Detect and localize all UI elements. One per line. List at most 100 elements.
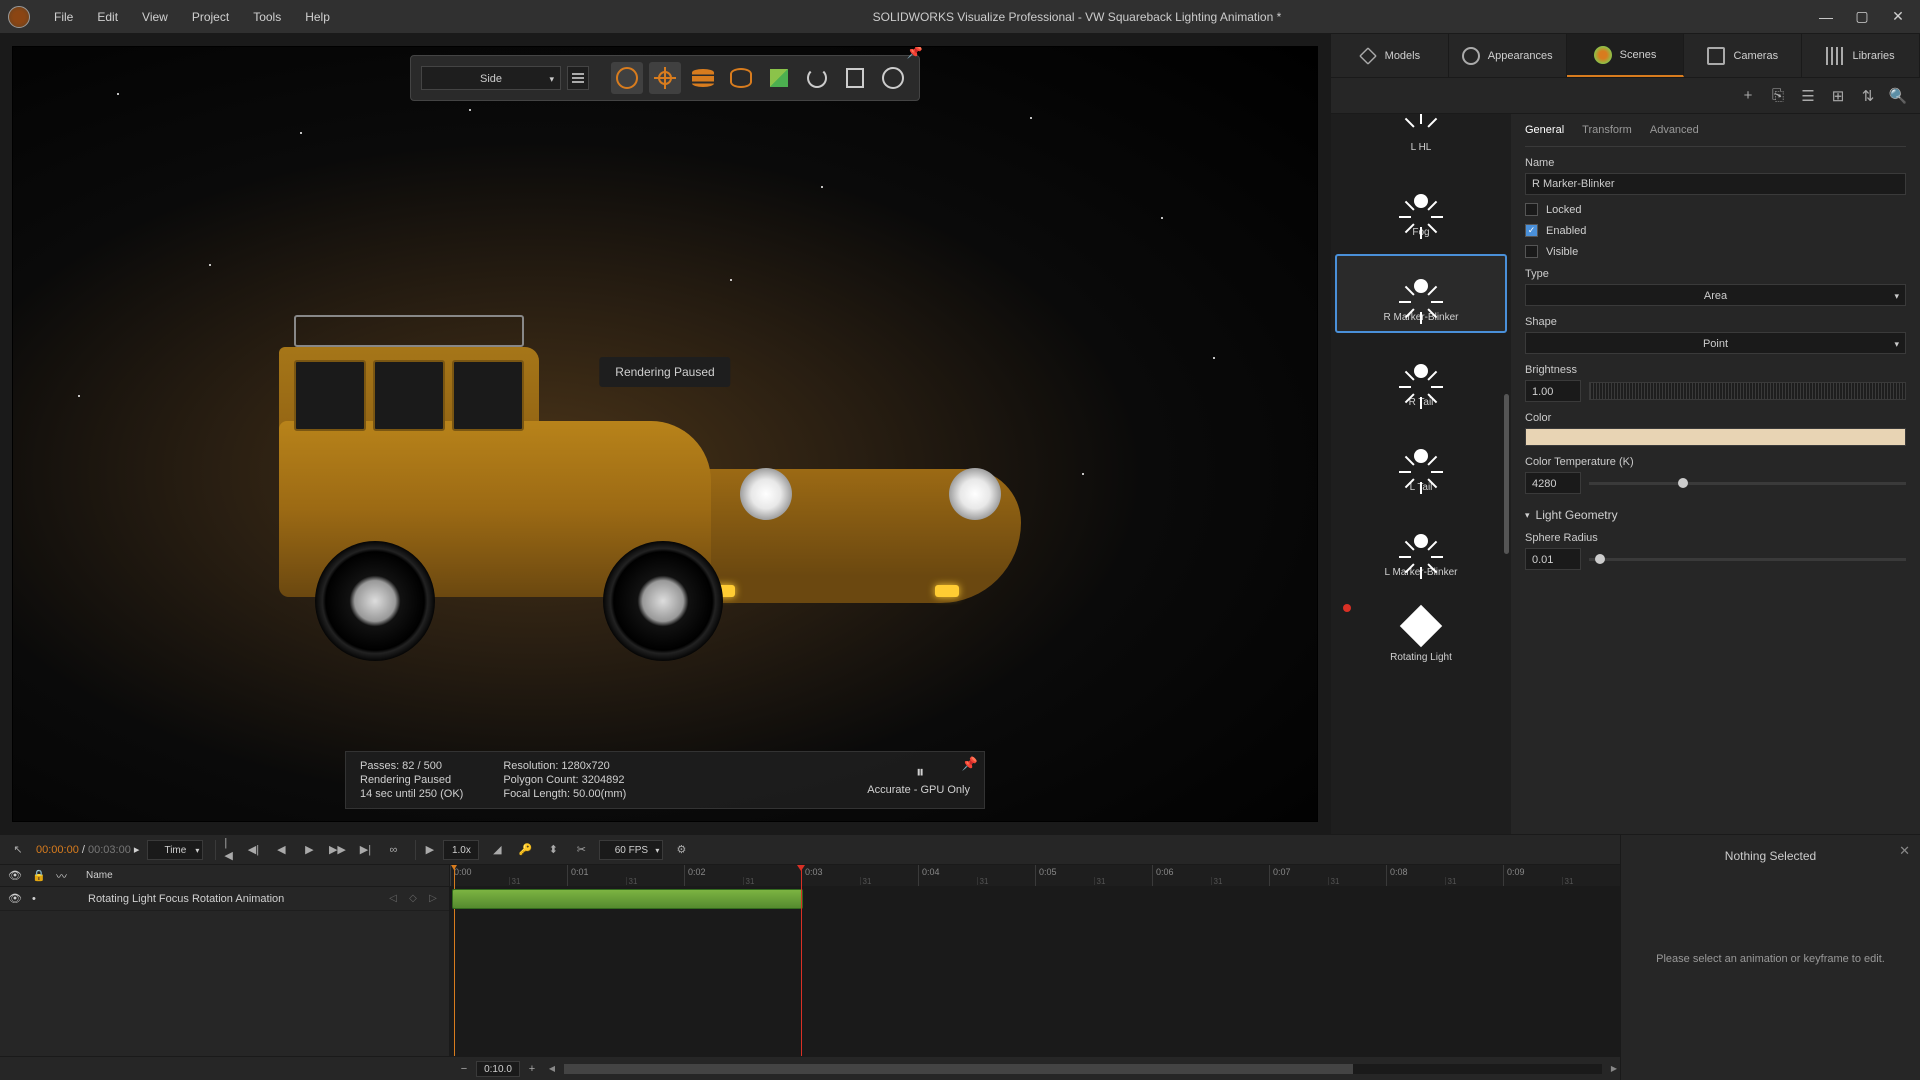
scene-item-rmarker[interactable]: R Marker-Blinker xyxy=(1335,254,1507,333)
prev-key-button[interactable]: ◀| xyxy=(243,840,263,860)
maximize-button[interactable]: ▢ xyxy=(1848,7,1876,27)
search-button[interactable]: 🔍 xyxy=(1890,88,1906,104)
pointer-tool[interactable]: ↖ xyxy=(8,840,28,860)
lock-header-icon[interactable]: 🔒 xyxy=(32,869,46,882)
close-button[interactable]: ✕ xyxy=(1884,7,1912,27)
prop-tab-advanced[interactable]: Advanced xyxy=(1650,124,1699,136)
scene-item-lmarker[interactable]: L Marker-Blinker xyxy=(1335,509,1507,588)
go-end-button[interactable]: ▶| xyxy=(355,840,375,860)
zoom-out-button[interactable]: − xyxy=(456,1063,472,1075)
temp-slider[interactable] xyxy=(1589,482,1906,485)
speed-input[interactable]: 1.0x xyxy=(443,840,479,860)
add-button[interactable]: + xyxy=(1740,88,1756,104)
list-view-button[interactable]: ☰ xyxy=(1800,88,1816,104)
key-button[interactable]: 🔑 xyxy=(515,840,535,860)
menu-file[interactable]: File xyxy=(42,6,85,28)
type-select[interactable]: Area xyxy=(1525,284,1906,306)
step-back-button[interactable]: ◀ xyxy=(271,840,291,860)
orbit-tool[interactable] xyxy=(611,62,643,94)
tab-appearances[interactable]: Appearances xyxy=(1449,34,1567,77)
visibility-header-icon[interactable]: 👁 xyxy=(8,869,22,882)
radius-slider[interactable] xyxy=(1589,558,1906,561)
cylinder-tool[interactable] xyxy=(725,62,757,94)
temp-input[interactable]: 4280 xyxy=(1525,472,1581,494)
scene-item-fog[interactable]: Fog xyxy=(1335,169,1507,248)
timeline-footer: − 0:10.0 + ◀ ▶ xyxy=(0,1056,1620,1080)
track-name: Rotating Light Focus Rotation Animation xyxy=(56,893,375,905)
zoom-in-button[interactable]: + xyxy=(524,1063,540,1075)
menu-tools[interactable]: Tools xyxy=(241,6,293,28)
scene-list[interactable]: L HL Fog xyxy=(1331,114,1511,834)
passes-label: Passes: 82 / 500 xyxy=(360,760,463,772)
tab-scenes[interactable]: Scenes xyxy=(1567,34,1685,77)
refresh-tool[interactable] xyxy=(801,62,833,94)
view-list-button[interactable] xyxy=(567,66,589,90)
step-fwd-button[interactable]: ▶▶ xyxy=(327,840,347,860)
timeline-ruler[interactable]: 0:00310:01310:02310:03310:04310:05310:06… xyxy=(450,865,1620,886)
curve-header-icon[interactable]: 〰 xyxy=(56,868,70,884)
scene-item-rtail[interactable]: R Tail xyxy=(1335,339,1507,418)
track-visibility-icon[interactable]: 👁 xyxy=(8,892,22,905)
cube-tool[interactable] xyxy=(763,62,795,94)
grid-view-button[interactable]: ⊞ xyxy=(1830,88,1846,104)
scene-item-rotating[interactable]: Rotating Light xyxy=(1335,594,1507,673)
radius-input[interactable]: 0.01 xyxy=(1525,548,1581,570)
menu-edit[interactable]: Edit xyxy=(85,6,130,28)
title-bar: File Edit View Project Tools Help SOLIDW… xyxy=(0,0,1920,34)
menu-view[interactable]: View xyxy=(130,6,180,28)
snapshot-tool[interactable] xyxy=(839,62,871,94)
keyframe-close-button[interactable]: ✕ xyxy=(1899,843,1910,859)
tab-cameras[interactable]: Cameras xyxy=(1684,34,1802,77)
pause-icon[interactable]: ⏸ xyxy=(916,764,921,782)
fps-select[interactable]: 60 FPS xyxy=(599,840,663,860)
scene-scrollbar[interactable] xyxy=(1504,394,1509,554)
tab-libraries[interactable]: Libraries xyxy=(1802,34,1920,77)
prop-tab-transform[interactable]: Transform xyxy=(1582,124,1632,136)
settings-button[interactable]: ⚙ xyxy=(671,840,691,860)
prev-keyframe-button[interactable]: ◁ xyxy=(385,893,401,904)
loop-button[interactable]: ∞ xyxy=(383,840,403,860)
color-swatch[interactable] xyxy=(1525,428,1906,446)
timeline-scrollbar[interactable] xyxy=(564,1064,1602,1074)
render-tool[interactable] xyxy=(877,62,909,94)
zoom-value[interactable]: 0:10.0 xyxy=(476,1061,520,1077)
track-area[interactable] xyxy=(450,887,1620,1056)
scroll-right-button[interactable]: ▶ xyxy=(1608,1064,1620,1073)
play-range-button[interactable]: ▶ xyxy=(415,840,435,860)
visible-checkbox[interactable]: Visible xyxy=(1525,245,1906,258)
new-button[interactable]: ⎘ xyxy=(1770,88,1786,104)
cut-button[interactable]: ✂ xyxy=(571,840,591,860)
playhead[interactable] xyxy=(801,865,802,1056)
track-row[interactable]: 👁 • Rotating Light Focus Rotation Animat… xyxy=(0,887,449,911)
menu-help[interactable]: Help xyxy=(293,6,342,28)
stats-pin-icon[interactable]: 📌 xyxy=(962,756,978,772)
center-tool[interactable] xyxy=(649,62,681,94)
add-keyframe-button[interactable]: ◇ xyxy=(405,893,421,904)
enabled-checkbox[interactable]: Enabled xyxy=(1525,224,1906,237)
scene-item-lhl[interactable]: L HL xyxy=(1335,118,1507,163)
light-geometry-header[interactable]: ▾Light Geometry xyxy=(1525,508,1906,522)
prop-tab-general[interactable]: General xyxy=(1525,124,1564,136)
locked-checkbox[interactable]: Locked xyxy=(1525,203,1906,216)
viewport[interactable]: Side 📌 Rendering Paused Passes: 82 / 500… xyxy=(12,46,1318,822)
minimize-button[interactable]: — xyxy=(1812,7,1840,27)
animation-clip[interactable] xyxy=(452,889,803,909)
name-input[interactable] xyxy=(1525,173,1906,195)
camera-view-select[interactable]: Side xyxy=(421,66,561,90)
next-keyframe-button[interactable]: ▷ xyxy=(425,893,441,904)
turntable-tool[interactable] xyxy=(687,62,719,94)
menu-project[interactable]: Project xyxy=(180,6,241,28)
scroll-left-button[interactable]: ◀ xyxy=(546,1064,558,1073)
pin-icon[interactable]: 📌 xyxy=(907,46,923,60)
play-button[interactable]: ▶ xyxy=(299,840,319,860)
time-mode-select[interactable]: Time xyxy=(147,840,203,860)
snap-button[interactable]: ⬍ xyxy=(543,840,563,860)
shape-select[interactable]: Point xyxy=(1525,332,1906,354)
scene-item-ltail[interactable]: L Tail xyxy=(1335,424,1507,503)
brightness-input[interactable]: 1.00 xyxy=(1525,380,1581,402)
sort-button[interactable]: ⇅ xyxy=(1860,88,1876,104)
ramp-button[interactable]: ◢ xyxy=(487,840,507,860)
tab-models[interactable]: Models xyxy=(1331,34,1449,77)
go-start-button[interactable]: |◀ xyxy=(215,840,235,860)
brightness-slider[interactable] xyxy=(1589,382,1906,400)
